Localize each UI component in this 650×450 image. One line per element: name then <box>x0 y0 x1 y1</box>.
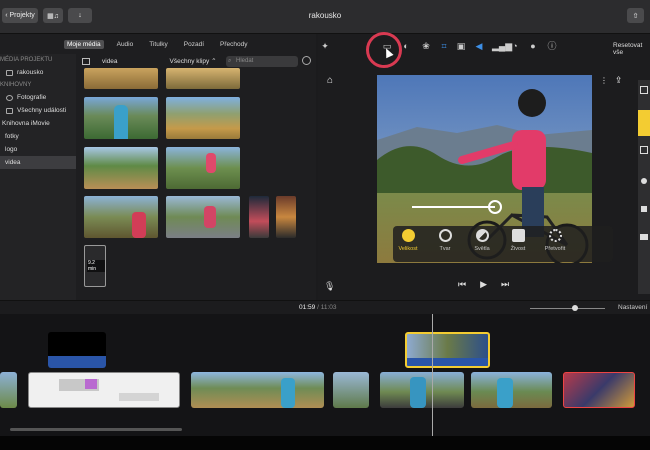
color-correction-icon[interactable]: ◐ <box>401 41 411 51</box>
volume-icon[interactable]: ◀ <box>474 41 484 51</box>
duration-badge: 9.2 min <box>87 260 105 272</box>
title-bar: ‹ Projekty ▦♫ ↓ rakousko ⇧ <box>0 0 650 34</box>
timeline-clip[interactable] <box>0 372 17 408</box>
timeline-scrollbar[interactable] <box>10 428 182 431</box>
project-media-header: MÉDIA PROJEKTU <box>0 57 53 63</box>
media-browser: Moje média Audio Titulky Pozadí Přechody… <box>0 34 316 300</box>
selected-clip[interactable] <box>405 332 490 368</box>
photos-icon <box>6 94 13 101</box>
timeline-clip[interactable] <box>28 372 180 408</box>
sidebar-item-photos[interactable]: Fotografie <box>0 91 76 104</box>
sidebar-toggle-icon[interactable] <box>82 57 90 65</box>
sidebar-item-imovie-library[interactable]: Knihovna iMovie <box>0 117 76 130</box>
playhead[interactable] <box>432 314 433 436</box>
stabilize-icon[interactable]: ▣ <box>456 41 466 51</box>
color-tool-icon[interactable] <box>638 110 650 136</box>
export-icon[interactable]: ⇪ <box>615 75 625 87</box>
clip-thumbnail[interactable] <box>249 196 269 238</box>
paint-bucket-icon <box>511 229 525 242</box>
sidebar-item-logo[interactable]: logo <box>0 143 76 156</box>
filmstrip-tool-icon[interactable] <box>640 146 648 154</box>
share-icon: ⇧ <box>632 12 639 20</box>
tool-lights[interactable]: Světla <box>467 229 497 252</box>
aperture-icon <box>401 229 415 242</box>
window-title: rakousko <box>308 11 342 20</box>
tool-shape[interactable]: Tvar <box>430 229 460 252</box>
tab-my-media[interactable]: Moje média <box>64 40 104 49</box>
home-icon[interactable]: ⌂ <box>327 75 337 86</box>
playback-controls: ⏮ ▶ ⏭ <box>458 279 509 290</box>
timeline-clip[interactable] <box>191 372 324 408</box>
clip-thumbnail[interactable] <box>84 147 158 189</box>
events-icon <box>6 107 13 114</box>
sidebar-item-project[interactable]: rakousko <box>0 66 76 79</box>
ring-icon <box>438 229 452 242</box>
clip-thumbnail[interactable] <box>166 196 240 238</box>
film-icon <box>6 69 13 76</box>
tab-transitions[interactable]: Přechody <box>217 40 250 49</box>
skip-forward-icon[interactable]: ⏭ <box>501 279 509 290</box>
gear-flower-icon <box>548 229 562 242</box>
tab-audio[interactable]: Audio <box>114 40 137 49</box>
clip-thumbnail[interactable] <box>84 68 158 89</box>
library-sidebar: MÉDIA PROJEKTU rakousko KNIHOVNY Fotogra… <box>0 54 76 300</box>
palette-icon[interactable]: ❀ <box>421 41 431 51</box>
search-icon: ⌕ <box>228 58 232 64</box>
title-clip[interactable] <box>48 332 106 368</box>
adjust-tool-strip: Velikost Tvar Světla Živost Přetvořit <box>393 226 613 262</box>
skip-back-icon[interactable]: ⏮ <box>458 279 466 290</box>
timeline <box>0 314 650 436</box>
clip-filter-dropdown[interactable]: Všechny klipy ⌃ <box>170 57 217 65</box>
clip-thumbnail[interactable] <box>84 196 158 238</box>
clip-thumbnail[interactable] <box>84 97 158 139</box>
browser-settings-icon[interactable] <box>302 56 311 65</box>
tab-backgrounds[interactable]: Pozadí <box>181 40 207 49</box>
zoom-slider-knob[interactable] <box>572 305 578 311</box>
library-header: KNIHOVNY <box>0 82 32 88</box>
speed-icon[interactable]: ◔ <box>510 41 520 51</box>
timeline-clip[interactable] <box>333 372 369 408</box>
tool-vibrance[interactable]: Živost <box>503 229 533 252</box>
zoom-slider[interactable] <box>530 308 605 309</box>
share-button[interactable]: ⇧ <box>627 8 644 23</box>
chevron-updown-icon: ⌃ <box>211 58 217 65</box>
clip-thumbnail[interactable] <box>166 97 240 139</box>
tab-titles[interactable]: Titulky <box>146 40 171 49</box>
more-icon[interactable]: ⋮ <box>600 76 608 85</box>
tool-transform[interactable]: Přetvořit <box>540 229 570 252</box>
bottom-bar <box>0 436 650 450</box>
clip-thumbnail[interactable] <box>166 147 240 189</box>
timeline-header: 01:59 / 11:03 Nastavení <box>0 300 650 314</box>
clip-thumbnail[interactable] <box>276 196 296 238</box>
timecode: 01:59 / 11:03 <box>299 304 337 311</box>
pen-tool-icon[interactable] <box>641 206 647 212</box>
exposure-icon <box>475 229 489 242</box>
microphone-icon[interactable]: 🎙 <box>324 281 335 293</box>
timeline-clip[interactable] <box>380 372 464 408</box>
timeline-clip[interactable] <box>563 372 635 408</box>
sidebar-item-all-events[interactable]: Všechny události <box>0 104 76 117</box>
side-toolbar <box>638 80 650 294</box>
crop-icon[interactable]: ⌗ <box>439 41 449 51</box>
magic-wand-icon[interactable]: ✦ <box>320 41 330 51</box>
folder-label: videa <box>102 57 118 65</box>
tool-size[interactable]: Velikost <box>393 229 423 252</box>
crop-tool-icon[interactable] <box>640 86 648 94</box>
pin-tool-icon[interactable] <box>641 178 647 184</box>
filter-icon[interactable]: ● <box>528 41 538 51</box>
play-icon[interactable]: ▶ <box>480 279 487 290</box>
search-input[interactable]: ⌕ Hledat <box>226 56 298 67</box>
clip-thumbnail[interactable] <box>166 68 240 89</box>
timeline-clip[interactable] <box>471 372 552 408</box>
sidebar-item-videa[interactable]: videa <box>0 156 76 169</box>
viewer-panel: ✦ ▭ ◐ ❀ ⌗ ▣ ◀ ▂▄▆ ◔ ● ⓘ Resetovat vše ⌂ … <box>318 34 650 300</box>
timeline-settings-button[interactable]: Nastavení <box>618 304 647 311</box>
sidebar-item-photos-folder[interactable]: fotky <box>0 130 76 143</box>
equalizer-icon[interactable]: ▂▄▆ <box>492 41 512 51</box>
clip-thumbnail[interactable]: 9.2 min <box>84 245 106 287</box>
reset-all-button[interactable]: Resetovat vše <box>613 42 650 56</box>
comment-tool-icon[interactable] <box>640 234 648 240</box>
info-icon[interactable]: ⓘ <box>547 41 557 51</box>
media-tabs: Moje média Audio Titulky Pozadí Přechody <box>64 40 251 49</box>
